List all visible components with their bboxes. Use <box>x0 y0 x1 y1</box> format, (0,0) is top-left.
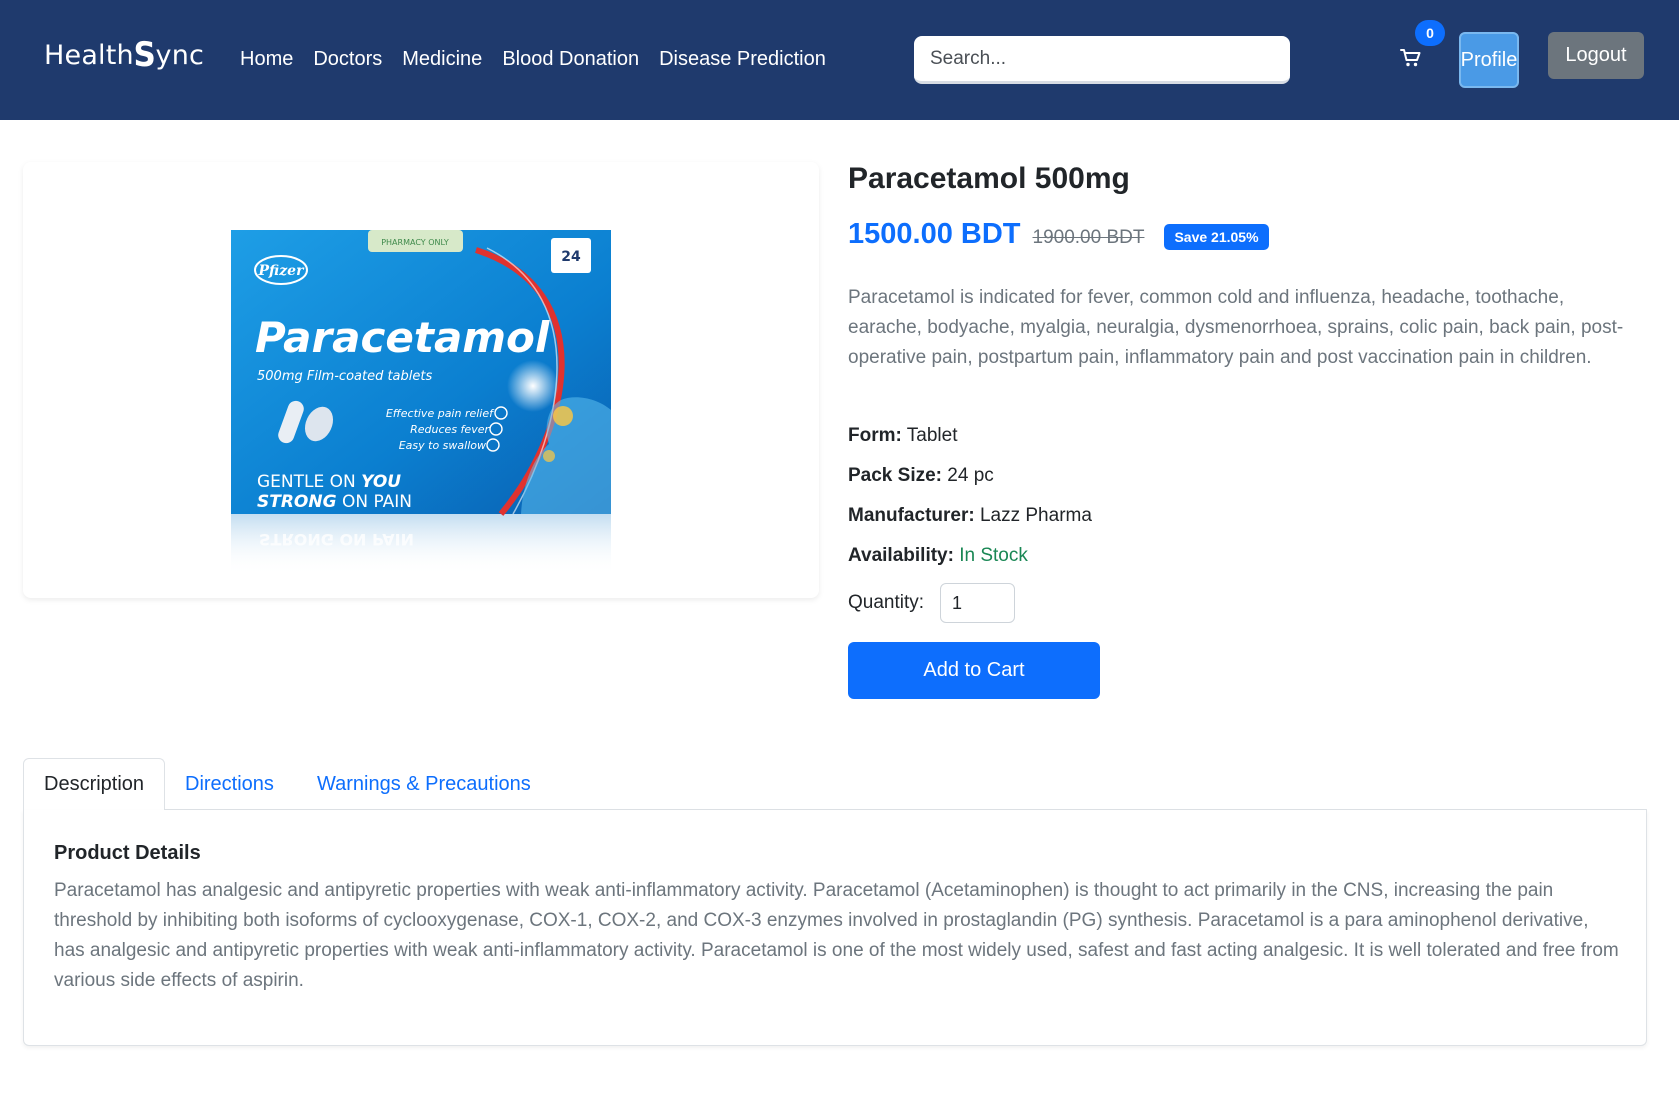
tab-description[interactable]: Description <box>23 758 166 811</box>
price-row: 1500.00 BDT 1900.00 BDT Save 21.05% <box>848 218 1269 251</box>
profile-button[interactable]: Profile <box>1459 32 1519 88</box>
spec-availability: Availability: In Stock <box>848 545 1028 567</box>
nav-link-doctors[interactable]: Doctors <box>313 48 382 71</box>
discount-badge: Save 21.05% <box>1164 223 1269 250</box>
logout-button[interactable]: Logout <box>1548 32 1644 79</box>
panel-text: Paracetamol has analgesic and antipyreti… <box>54 880 1619 991</box>
box-subtitle: 500mg Film-coated tablets <box>257 369 432 384</box>
search-box <box>914 36 1290 84</box>
box-pharmacy-only: PHARMACY ONLY <box>381 238 449 247</box>
product-tabs: Description Directions Warnings & Precau… <box>23 758 1647 811</box>
spec-form-value: Tablet <box>906 425 958 446</box>
spec-form-label: Form: <box>848 425 902 446</box>
nav-link-home[interactable]: Home <box>240 48 293 71</box>
spec-manufacturer-value: Lazz Pharma <box>979 505 1092 526</box>
box-benefit-1: Effective pain relief <box>386 407 495 420</box>
spec-form: Form: Tablet <box>848 425 957 447</box>
product-title: Paracetamol 500mg <box>848 162 1130 195</box>
product-image: STRONG ON PAIN PHARMACY ONLY 24 Pfizer P… <box>231 230 611 575</box>
brand-logo[interactable]: HealthSync <box>44 36 205 75</box>
spec-pack-label: Pack Size: <box>848 465 942 486</box>
tab-panel-description: Product Details Paracetamol has analgesi… <box>23 810 1647 1046</box>
stock-status: In Stock <box>959 545 1028 566</box>
box-product-name: Paracetamol <box>255 313 550 362</box>
brand-s-logo: S <box>133 36 157 75</box>
cart-count-badge: 0 <box>1415 20 1445 46</box>
quantity-input[interactable] <box>940 583 1015 623</box>
panel-title: Product Details <box>54 842 201 864</box>
nav-link-medicine[interactable]: Medicine <box>402 48 482 71</box>
box-slogan-1: GENTLE ON YOU <box>257 472 401 492</box>
product-old-price: 1900.00 BDT <box>1032 226 1145 248</box>
nav-link-disease-prediction[interactable]: Disease Prediction <box>659 48 826 71</box>
product-price: 1500.00 BDT <box>848 218 1021 250</box>
box-reflection-text: STRONG ON PAIN <box>259 530 414 549</box>
nav-link-blood-donation[interactable]: Blood Donation <box>502 48 639 71</box>
quantity-label: Quantity: <box>848 592 925 613</box>
spec-availability-label: Availability: <box>848 545 954 566</box>
brand-prefix: Health <box>44 40 134 71</box>
box-benefit-2: Reduces fever <box>410 423 490 436</box>
tab-warnings-precautions[interactable]: Warnings & Precautions <box>297 758 551 811</box>
spec-manufacturer: Manufacturer: Lazz Pharma <box>848 505 1092 527</box>
spec-pack-value: 24 pc <box>947 465 994 486</box>
add-to-cart-button[interactable]: Add to Cart <box>848 642 1100 699</box>
box-count: 24 <box>561 249 581 265</box>
brand-suffix: ync <box>155 40 205 71</box>
box-slogan-2: STRONG ON PAIN <box>257 492 412 512</box>
tab-directions[interactable]: Directions <box>165 758 294 811</box>
box-maker: Pfizer <box>258 263 306 279</box>
box-benefit-3: Easy to swallow <box>399 439 486 452</box>
cart-icon[interactable] <box>1400 48 1422 68</box>
nav-links: Home Doctors Medicine Blood Donation Dis… <box>240 48 846 71</box>
spec-manufacturer-label: Manufacturer: <box>848 505 975 526</box>
spec-pack-size: Pack Size: 24 pc <box>848 465 994 487</box>
product-image-card: STRONG ON PAIN PHARMACY ONLY 24 Pfizer P… <box>23 162 819 598</box>
product-short-description: Paracetamol is indicated for fever, comm… <box>848 287 1624 368</box>
search-input[interactable] <box>914 36 1290 81</box>
navbar: HealthSync Home Doctors Medicine Blood D… <box>0 0 1679 120</box>
